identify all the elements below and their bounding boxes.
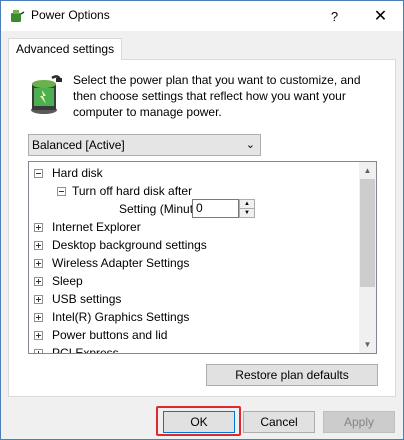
expand-icon[interactable] xyxy=(34,349,43,353)
tree-item-label: Turn off hard disk after xyxy=(72,184,193,198)
tree-item-label: USB settings xyxy=(52,292,122,306)
plan-select[interactable]: Balanced [Active] ⌄ xyxy=(28,134,261,156)
spin-up-icon[interactable]: ▲ xyxy=(240,200,254,209)
minutes-spinner: ▲ ▼ xyxy=(239,199,255,218)
help-button[interactable]: ? xyxy=(312,1,357,31)
tree-item-label: Intel(R) Graphics Settings xyxy=(52,310,190,324)
title-bar: Power Options ? ✕ xyxy=(1,1,403,31)
tree-item-power-buttons[interactable]: Power buttons and lid xyxy=(29,326,359,344)
tree-item-turn-off-hard-disk[interactable]: Turn off hard disk after xyxy=(29,182,359,200)
apply-button[interactable]: Apply xyxy=(323,411,395,433)
tree-item-label: Power buttons and lid xyxy=(52,328,168,342)
minutes-input[interactable]: 0 xyxy=(192,199,239,218)
tree-item-label: PCI Express xyxy=(52,346,119,354)
expand-icon[interactable] xyxy=(34,277,43,286)
expand-icon[interactable] xyxy=(34,313,43,322)
ok-button[interactable]: OK xyxy=(163,411,235,433)
tree-item-label: Internet Explorer xyxy=(52,220,141,234)
expand-icon[interactable] xyxy=(34,331,43,340)
tree-scrollbar[interactable]: ▲ ▼ xyxy=(359,162,376,353)
scrollbar-thumb[interactable] xyxy=(360,179,375,287)
power-options-icon xyxy=(11,10,25,22)
expand-icon[interactable] xyxy=(34,259,43,268)
plan-select-value: Balanced [Active] xyxy=(32,138,125,152)
tree-item-internet-explorer[interactable]: Internet Explorer xyxy=(29,218,359,236)
close-button[interactable]: ✕ xyxy=(358,1,403,31)
tab-advanced-settings[interactable]: Advanced settings xyxy=(8,38,123,60)
expand-icon[interactable] xyxy=(34,223,43,232)
expand-icon[interactable] xyxy=(34,295,43,304)
chevron-down-icon: ⌄ xyxy=(245,139,255,151)
tree-item-sleep[interactable]: Sleep xyxy=(29,272,359,290)
tree-item-wireless-adapter[interactable]: Wireless Adapter Settings xyxy=(29,254,359,272)
tree-item-label: Wireless Adapter Settings xyxy=(52,256,190,270)
tree-item-label: Hard disk xyxy=(52,166,103,180)
tree-item-label: Desktop background settings xyxy=(52,238,207,252)
collapse-icon[interactable] xyxy=(34,169,43,178)
tree-item-intel-graphics[interactable]: Intel(R) Graphics Settings xyxy=(29,308,359,326)
tree-item-desktop-background[interactable]: Desktop background settings xyxy=(29,236,359,254)
tree-item-usb-settings[interactable]: USB settings xyxy=(29,290,359,308)
tree-item-hard-disk[interactable]: Hard disk xyxy=(29,164,359,182)
tree-item-label: Sleep xyxy=(52,274,83,288)
power-options-dialog: Power Options ? ✕ Advanced settings Sele… xyxy=(0,0,404,440)
scroll-down-icon[interactable]: ▼ xyxy=(359,336,376,353)
restore-plan-defaults-button[interactable]: Restore plan defaults xyxy=(206,364,378,386)
battery-plan-icon xyxy=(31,75,62,114)
window-title: Power Options xyxy=(31,8,110,22)
expand-icon[interactable] xyxy=(34,241,43,250)
spin-down-icon[interactable]: ▼ xyxy=(240,209,254,218)
collapse-icon[interactable] xyxy=(57,187,66,196)
scroll-up-icon[interactable]: ▲ xyxy=(359,162,376,179)
tree-item-pci-express[interactable]: PCI Express xyxy=(29,344,359,354)
cancel-button[interactable]: Cancel xyxy=(243,411,315,433)
plan-description: Select the power plan that you want to c… xyxy=(73,73,361,119)
settings-tree[interactable]: Hard disk Turn off hard disk after Setti… xyxy=(28,161,377,354)
